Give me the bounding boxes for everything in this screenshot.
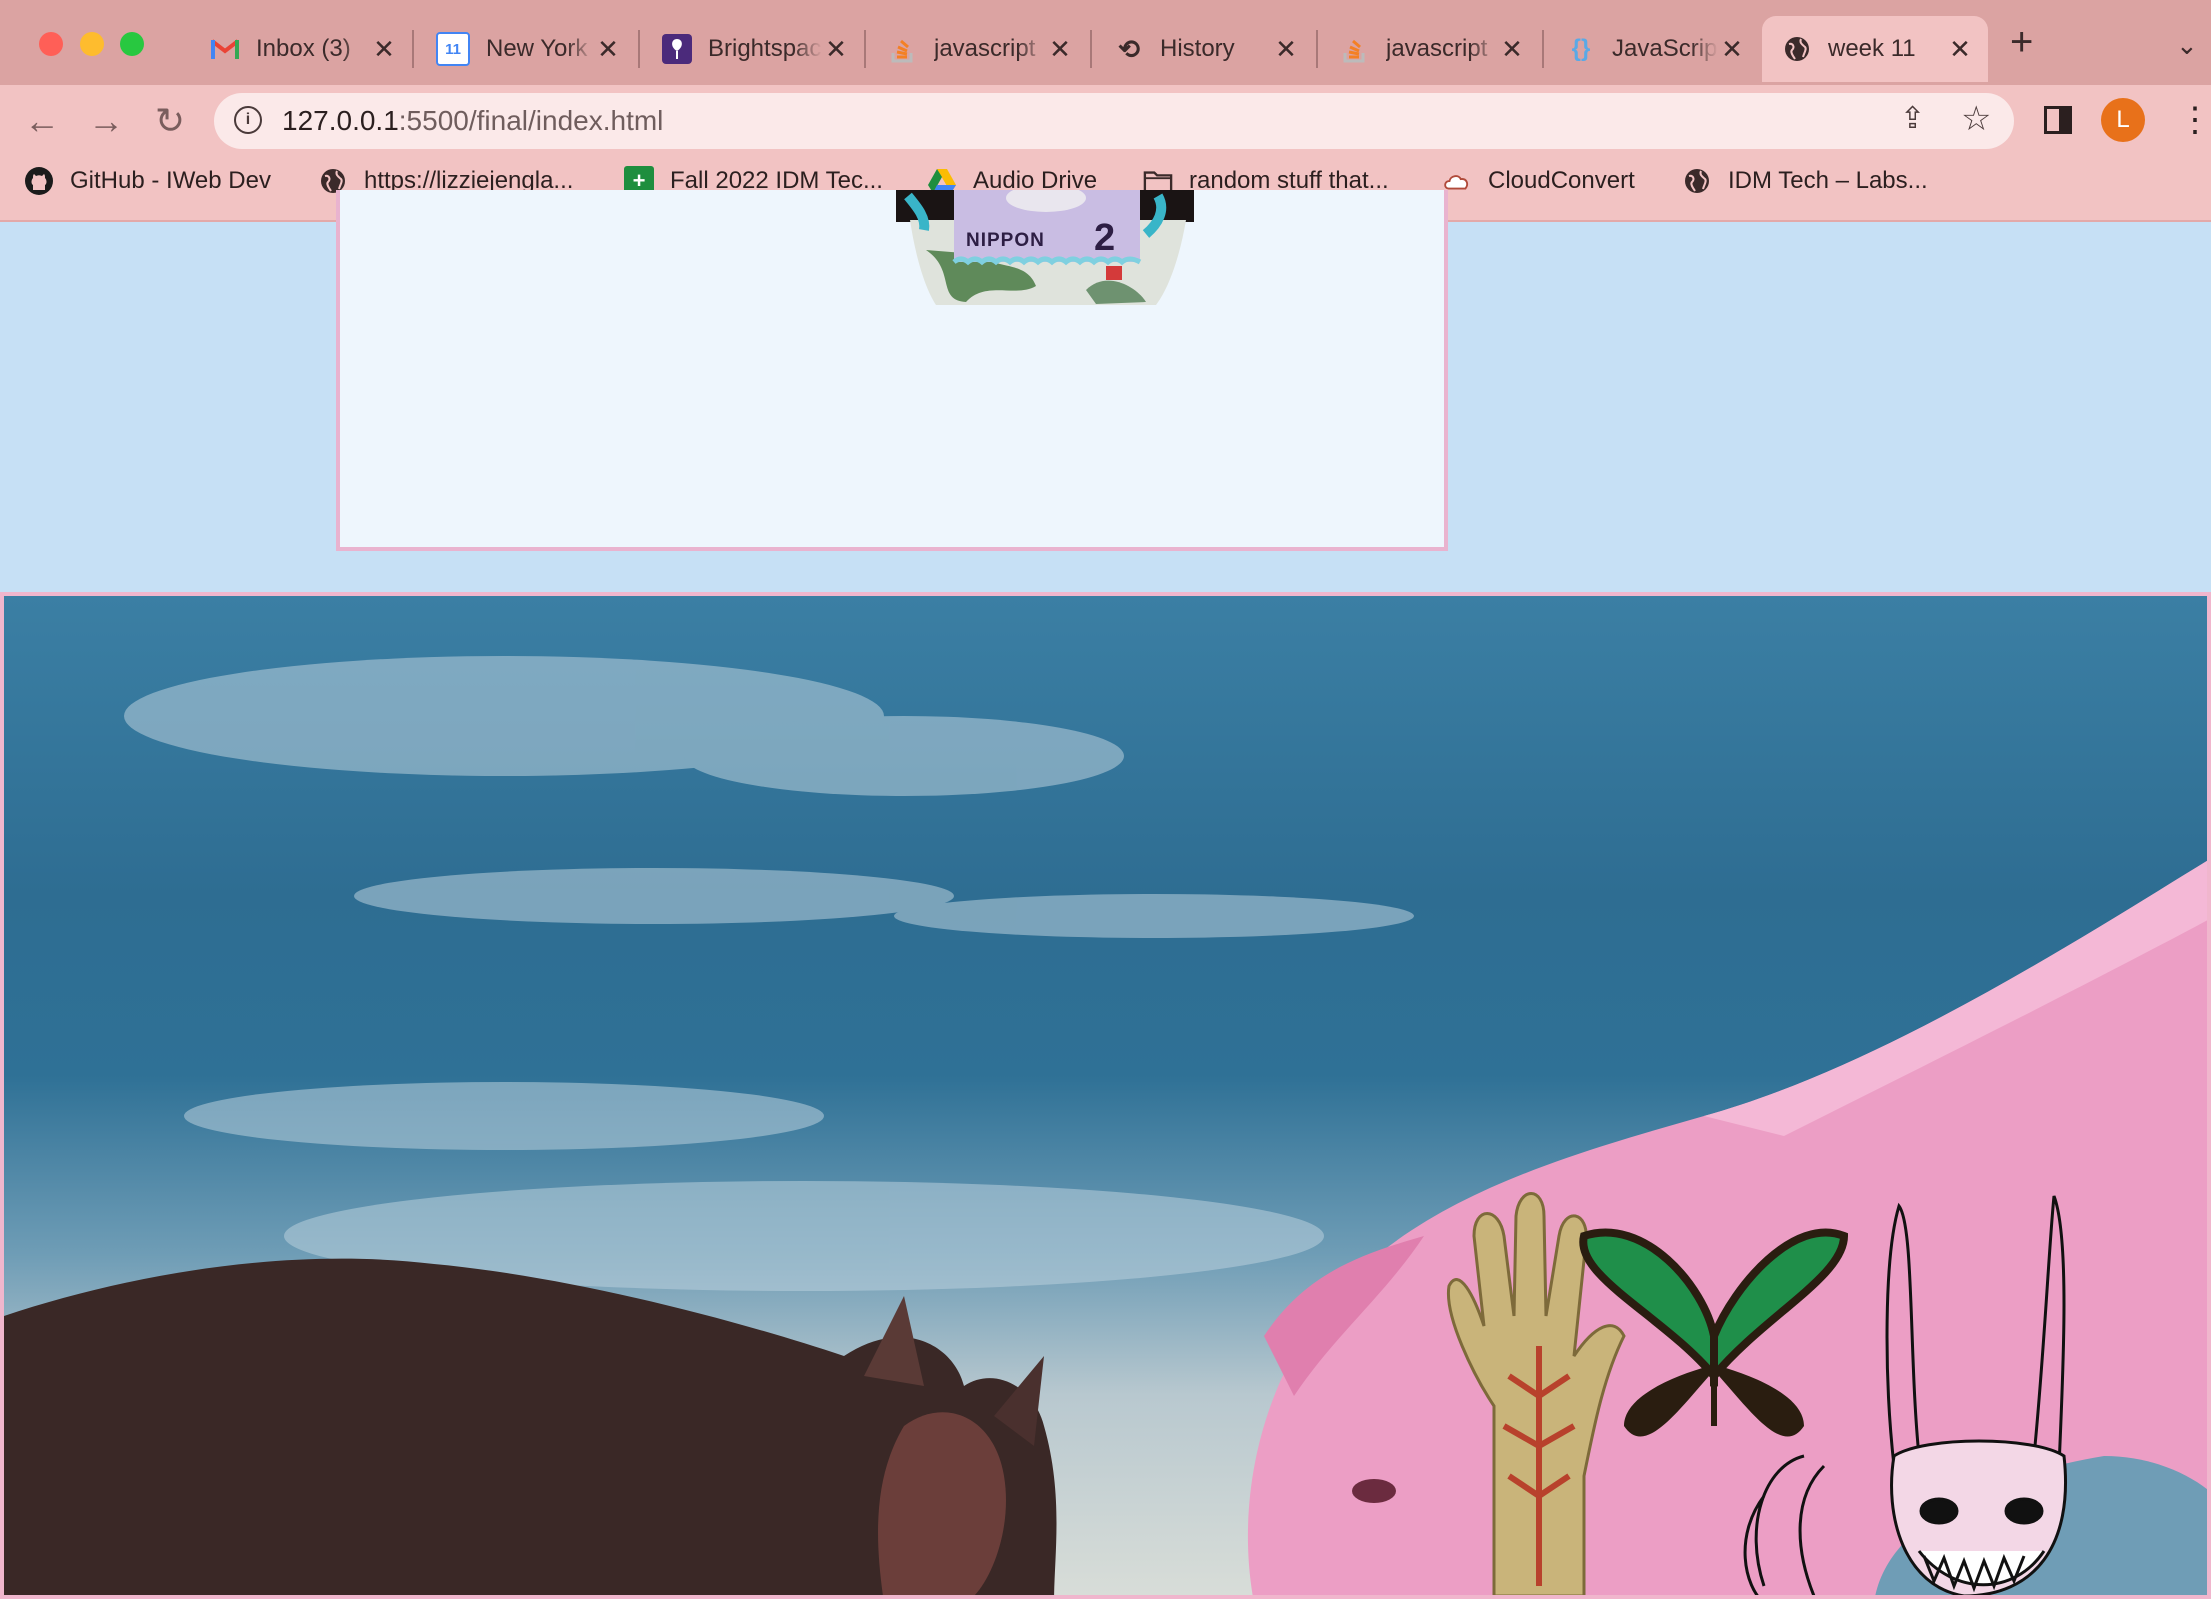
- bookmark-idm-tech-labs[interactable]: IDM Tech – Labs...: [1682, 166, 1928, 196]
- gmail-icon: [210, 34, 240, 64]
- tab-separator: [412, 30, 414, 68]
- tab-inbox[interactable]: Inbox (3) ✕: [190, 16, 412, 82]
- calendar-icon: 11: [436, 32, 470, 66]
- close-icon[interactable]: ✕: [1498, 34, 1526, 65]
- content-card: NIPPON 2: [336, 190, 1448, 551]
- reload-icon[interactable]: ↻: [150, 100, 190, 142]
- close-icon[interactable]: ✕: [822, 34, 850, 65]
- close-icon[interactable]: ✕: [1946, 34, 1974, 65]
- tab-label: Inbox (3): [256, 35, 351, 62]
- tab-javascript-1[interactable]: javascript ✕: [868, 16, 1088, 82]
- stamp-country-text: NIPPON: [966, 230, 1045, 251]
- stamp-collage-image: NIPPON 2: [896, 190, 1194, 305]
- brightspace-icon: [662, 34, 692, 64]
- history-icon: ⟲: [1118, 33, 1140, 64]
- globe-icon: [1782, 34, 1812, 64]
- tab-brightspace[interactable]: Brightspace ✕: [642, 16, 864, 82]
- browser-chrome: Inbox (3) ✕ 11 New York ✕ Brightspace ✕ …: [0, 0, 2211, 222]
- braces-icon: {}: [1571, 35, 1591, 62]
- url-path: :5500/final/index.html: [398, 105, 664, 136]
- stackoverflow-icon: [1340, 34, 1370, 64]
- close-icon[interactable]: ✕: [1718, 34, 1746, 65]
- tab-separator: [1090, 30, 1092, 68]
- avatar[interactable]: L: [2101, 98, 2145, 142]
- close-window-button[interactable]: [39, 32, 63, 56]
- tab-separator: [1316, 30, 1318, 68]
- tab-label: JavaScript: [1612, 35, 1718, 62]
- tab-javascript-3[interactable]: {} JavaScript ✕: [1546, 16, 1760, 82]
- forward-arrow-icon[interactable]: →: [86, 100, 126, 142]
- chevron-down-icon[interactable]: ⌄: [2176, 30, 2198, 61]
- tab-label: week 11: [1828, 35, 1916, 62]
- tab-strip: Inbox (3) ✕ 11 New York ✕ Brightspace ✕ …: [0, 0, 2211, 85]
- close-icon[interactable]: ✕: [1272, 34, 1300, 65]
- bookmark-label: CloudConvert: [1488, 167, 1635, 194]
- maximize-window-button[interactable]: [120, 32, 144, 56]
- tab-label: Brightspace: [708, 35, 822, 62]
- back-arrow-icon[interactable]: ←: [22, 100, 62, 142]
- hero-collage-image: [0, 592, 2211, 1599]
- tab-label: History: [1160, 35, 1235, 62]
- tab-label: javascript: [934, 35, 1036, 62]
- address-bar[interactable]: i 127.0.0.1:5500/final/index.html ⇪ ☆: [214, 93, 2014, 149]
- bookmark-cloudconvert[interactable]: CloudConvert: [1442, 166, 1635, 196]
- tab-separator: [1542, 30, 1544, 68]
- share-icon[interactable]: ⇪: [1900, 101, 1925, 136]
- hero-illustration: [4, 656, 2207, 1595]
- stamp-value-text: 2: [1094, 217, 1115, 259]
- site-info-icon[interactable]: i: [234, 106, 262, 134]
- bookmark-github[interactable]: GitHub - IWeb Dev: [24, 166, 271, 196]
- bookmark-label: IDM Tech – Labs...: [1728, 167, 1928, 194]
- new-tab-button[interactable]: +: [2010, 20, 2033, 65]
- tab-separator: [864, 30, 866, 68]
- tab-label: New York: [486, 35, 588, 62]
- tab-new-york[interactable]: 11 New York ✕: [416, 16, 636, 82]
- stackoverflow-icon: [888, 34, 918, 64]
- close-icon[interactable]: ✕: [594, 34, 622, 65]
- side-panel-icon[interactable]: [2044, 106, 2072, 134]
- github-icon: [24, 166, 54, 196]
- close-icon[interactable]: ✕: [1046, 34, 1074, 65]
- tab-history[interactable]: ⟲ History ✕: [1094, 16, 1314, 82]
- url-host: 127.0.0.1: [282, 105, 399, 136]
- more-menu-icon[interactable]: ⋮: [2178, 100, 2211, 140]
- tab-separator: [638, 30, 640, 68]
- tab-javascript-2[interactable]: javascript ✕: [1320, 16, 1540, 82]
- url-text[interactable]: 127.0.0.1:5500/final/index.html: [282, 105, 663, 137]
- bookmark-label: GitHub - IWeb Dev: [70, 167, 271, 194]
- globe-icon: [1682, 166, 1712, 196]
- star-icon[interactable]: ☆: [1961, 99, 1991, 139]
- tab-label: javascript: [1386, 35, 1488, 62]
- close-icon[interactable]: ✕: [370, 34, 398, 65]
- tab-week-11[interactable]: week 11 ✕: [1762, 16, 1988, 82]
- minimize-window-button[interactable]: [80, 32, 104, 56]
